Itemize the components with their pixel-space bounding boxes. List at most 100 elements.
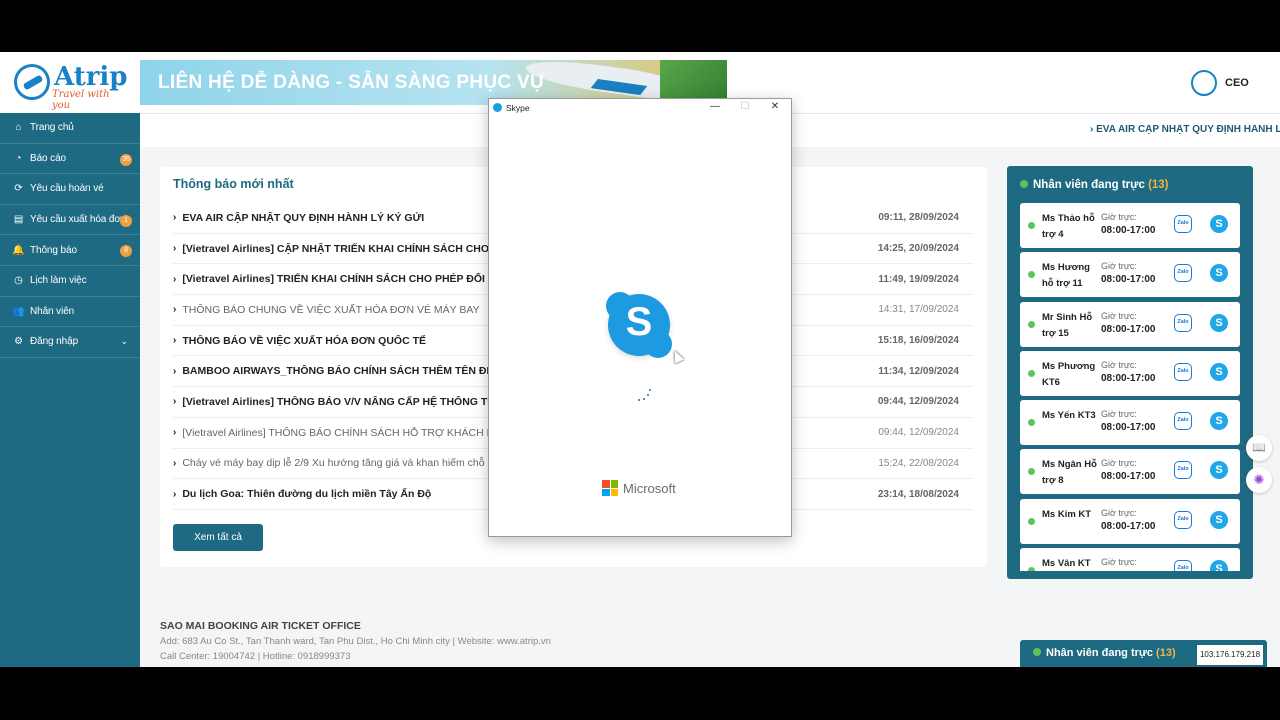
zalo-icon[interactable]: Zalo: [1174, 510, 1192, 529]
duty-bar-label: Nhân viên đang trực (13): [1033, 647, 1176, 659]
bell-icon: 🔔: [12, 244, 25, 256]
shift-label: Giờ trực:: [1101, 310, 1137, 321]
logo-mark-icon: [14, 64, 50, 100]
skype-logo-icon: S: [606, 292, 672, 358]
sidebar-item-label: Báo cáo: [30, 152, 66, 164]
chevron-right-icon: ›: [173, 457, 177, 469]
sidebar-item-label: Trang chủ: [30, 122, 74, 134]
online-dot-icon: [1028, 271, 1035, 279]
online-dot-icon: [1028, 468, 1035, 476]
sidebar-item[interactable]: ◷ Lịch làm việc: [0, 266, 140, 297]
atrip-logo[interactable]: Atrip Travel with you: [14, 62, 128, 111]
shift-hours: 08:00-17:00: [1101, 520, 1156, 532]
footer-contact: Call Center: 19004742 | Hotline: 0918999…: [160, 651, 351, 662]
staff-name: Ms Vân KT: [1042, 558, 1091, 570]
user-menu[interactable]: CEO: [1191, 70, 1249, 96]
footer-company: SAO MAI BOOKING AIR TICKET OFFICE: [160, 620, 361, 632]
skype-icon[interactable]: S: [1210, 215, 1228, 233]
shift-hours: 08:00-17:00: [1101, 225, 1156, 236]
online-dot-icon: [1028, 222, 1035, 229]
skype-icon[interactable]: S: [1210, 461, 1228, 480]
footer-address: Add: 683 Au Co St., Tan Thanh ward, Tan …: [160, 636, 551, 647]
zalo-icon[interactable]: Zalo: [1174, 560, 1192, 571]
skype-icon[interactable]: S: [1210, 412, 1228, 431]
skype-icon[interactable]: S: [1210, 560, 1228, 571]
shift-label: Giờ trực:: [1101, 359, 1137, 370]
sidebar-item[interactable]: 🔔 Thông báo 8: [0, 235, 140, 266]
notice-date: 09:44, 12/09/2024: [878, 427, 959, 439]
book-icon[interactable]: 📖: [1246, 435, 1272, 461]
view-all-button[interactable]: Xem tất cả: [173, 524, 263, 551]
skype-icon[interactable]: S: [1210, 313, 1228, 332]
clock-icon: ◷: [14, 275, 23, 287]
shift-label: Giờ trực:: [1101, 507, 1137, 518]
close-button[interactable]: ✕: [761, 100, 789, 115]
zalo-icon[interactable]: Zalo: [1174, 362, 1192, 381]
shift-hours: 08:00-17:00: [1101, 274, 1156, 286]
sidebar-item[interactable]: 👥 Nhân viên: [0, 297, 140, 328]
chevron-right-icon: ›: [173, 365, 177, 377]
staff-row: Ms Ngân Hỗ trợ 8 Giờ trực: 08:00-17:00 Zalo…: [1020, 449, 1240, 495]
user-label: CEO: [1225, 77, 1249, 89]
sidebar-item-label: Đăng nhập: [30, 336, 79, 348]
duty-bar-text: Nhân viên đang trực: [1046, 647, 1153, 659]
online-dot-icon: [1028, 369, 1035, 377]
shift-hours: 08:00-17:00: [1101, 372, 1156, 384]
online-dot-icon: [1020, 180, 1028, 188]
screen: Atrip Travel with you LIÊN HỆ DỄ DÀNG - …: [0, 52, 1280, 667]
online-dot-icon: [1033, 648, 1041, 656]
sidebar-badge: 1: [120, 214, 132, 227]
sidebar-item[interactable]: ◔ Báo cáo 36: [0, 144, 140, 175]
chevron-right-icon: ›: [173, 488, 177, 500]
shift-label: Giờ trực:: [1101, 261, 1137, 272]
shift-label: Giờ trực:: [1101, 212, 1137, 222]
skype-icon[interactable]: S: [1210, 362, 1228, 381]
sidebar-item-label: Nhân viên: [30, 305, 75, 317]
staff-name: Mr Sinh Hỗ trợ 15: [1042, 311, 1093, 339]
sidebar-item[interactable]: ⌂ Trang chủ: [0, 113, 140, 144]
staff-name: Ms Ngân Hỗ trợ 8: [1042, 459, 1097, 487]
zalo-icon[interactable]: Zalo: [1174, 313, 1192, 332]
sidebar-badge: 36: [120, 153, 132, 166]
minimize-button[interactable]: —: [701, 100, 729, 115]
loading-spinner-icon: [637, 389, 651, 403]
logo-name: Atrip: [54, 62, 128, 92]
logo-tagline: Travel with you: [52, 89, 110, 111]
chevron-right-icon: ›: [173, 304, 177, 316]
zalo-icon[interactable]: Zalo: [1174, 461, 1192, 480]
notice-date: 14:31, 17/09/2024: [878, 304, 959, 316]
notice-date: 15:24, 22/08/2024: [878, 457, 959, 469]
notice-date: 09:11, 28/09/2024: [878, 212, 959, 224]
zalo-icon[interactable]: Zalo: [1174, 412, 1192, 431]
maximize-button[interactable]: ☐: [731, 100, 759, 115]
banner-text: LIÊN HỆ DỄ DÀNG - SẴN SÀNG PHỤC VỤ: [158, 72, 545, 93]
notice-date: 11:49, 19/09/2024: [878, 273, 959, 285]
sidebar-item[interactable]: ⟳ Yêu cầu hoàn vé: [0, 174, 140, 205]
users-icon: 👥: [12, 305, 25, 317]
document-icon: ▤: [13, 214, 24, 226]
ip-address: 103.176.179.218: [1197, 645, 1263, 665]
zalo-icon[interactable]: Zalo: [1174, 264, 1192, 283]
notice-date: 09:44, 12/09/2024: [877, 396, 959, 408]
online-dot-icon: [1028, 419, 1035, 427]
refresh-icon: ⟳: [14, 183, 23, 195]
chart-icon: ◔: [15, 152, 22, 164]
staff-row: Ms Hương hỗ trợ 11 Giờ trực: 08:00-17:00 Za…: [1020, 252, 1240, 298]
staff-title-text: Nhân viên đang trực: [1033, 179, 1145, 191]
chevron-right-icon: ›: [173, 243, 177, 255]
chevron-down-icon: ⌄: [120, 336, 129, 347]
skype-window[interactable]: Skype — ☐ ✕ S Microsoft: [488, 98, 792, 537]
microsoft-text: Microsoft: [623, 480, 676, 496]
staff-name: Ms Yến KT3: [1042, 410, 1096, 422]
zalo-icon[interactable]: Zalo: [1174, 215, 1192, 233]
sidebar-item-label: Thông báo: [30, 244, 77, 256]
brain-icon[interactable]: ✺: [1246, 467, 1272, 493]
skype-icon[interactable]: S: [1210, 264, 1228, 283]
notice-date: 14:25, 20/09/2024: [877, 243, 959, 255]
sidebar-item[interactable]: ⚙ Đăng nhập ⌄: [0, 327, 140, 358]
staff-name: Ms Phương KT6: [1042, 360, 1096, 388]
home-icon: ⌂: [15, 122, 22, 134]
sidebar-item[interactable]: ▤ Yêu cầu xuất hóa đơn 1: [0, 205, 140, 236]
staff-row: Ms Vân KT Giờ trực: 08:00-17:00 Zalo S: [1020, 548, 1240, 571]
skype-icon[interactable]: S: [1210, 510, 1228, 529]
